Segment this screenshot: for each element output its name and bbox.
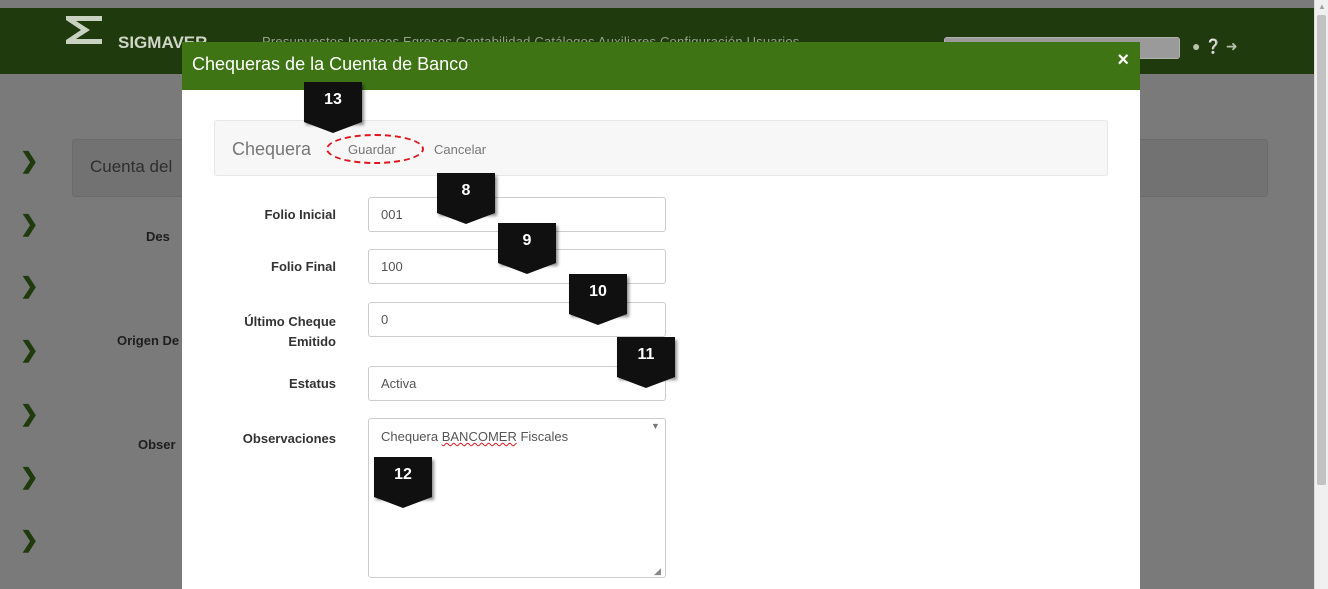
logout-icon[interactable]: ➜ [1226,39,1238,53]
sidebar-chevron-icon[interactable]: ❯ [20,529,38,551]
scroll-up-icon[interactable]: ▲ [1318,2,1326,11]
sidebar-chevron-icon[interactable]: ❯ [20,150,38,172]
annotation-marker-11: 11 [617,337,675,388]
toolbar-title: Chequera [232,139,312,159]
user-icon[interactable]: ● [1192,39,1200,53]
help-icon[interactable]: ❔ [1204,39,1221,53]
sidebar-chevron-icon[interactable]: ❯ [20,275,38,297]
spellcheck-word: BANCOMER [441,429,517,444]
sidebar-chevron-icon[interactable]: ❯ [20,339,38,361]
ultimo-cheque-label-line1: Último Cheque [244,314,336,329]
vertical-scrollbar[interactable]: ▲ [1314,0,1328,589]
annotation-marker-13: 13 [304,82,362,133]
observaciones-text-start: Chequera [381,429,442,444]
background-label: Obser [138,437,176,452]
annotation-marker-10: 10 [569,274,627,325]
sidebar-chevron-icon[interactable]: ❯ [20,466,38,488]
observaciones-text-end: Fiscales [516,429,569,444]
observaciones-label: Observaciones [242,431,336,446]
background-label: Origen De [117,333,180,348]
annotation-marker-9: 9 [498,223,556,274]
modal-title: Chequeras de la Cuenta de Banco [192,54,469,74]
annotation-marker-12: 12 [374,457,432,508]
folio-inicial-label: Folio Inicial [264,207,336,222]
background-label: Des [146,229,170,244]
estatus-label: Estatus [289,376,336,391]
save-button[interactable]: Guardar [348,142,396,157]
nav-icons: ● ❔ ➜ [1192,39,1238,53]
sigmaver-logo-icon [66,16,102,44]
scrollbar-thumb[interactable] [1317,15,1326,485]
resize-grip-icon[interactable]: ◢ [654,566,661,577]
close-icon[interactable]: × [1117,49,1129,72]
annotation-marker-8: 8 [437,173,495,224]
cancel-button[interactable]: Cancelar [434,142,486,157]
sidebar-chevron-icon[interactable]: ❯ [20,213,38,235]
ultimo-cheque-label-line2: Emitido [288,334,336,349]
folio-final-label: Folio Final [271,259,336,274]
background-panel-title: Cuenta del [90,157,173,176]
sidebar-chevron-icon[interactable]: ❯ [20,403,38,425]
